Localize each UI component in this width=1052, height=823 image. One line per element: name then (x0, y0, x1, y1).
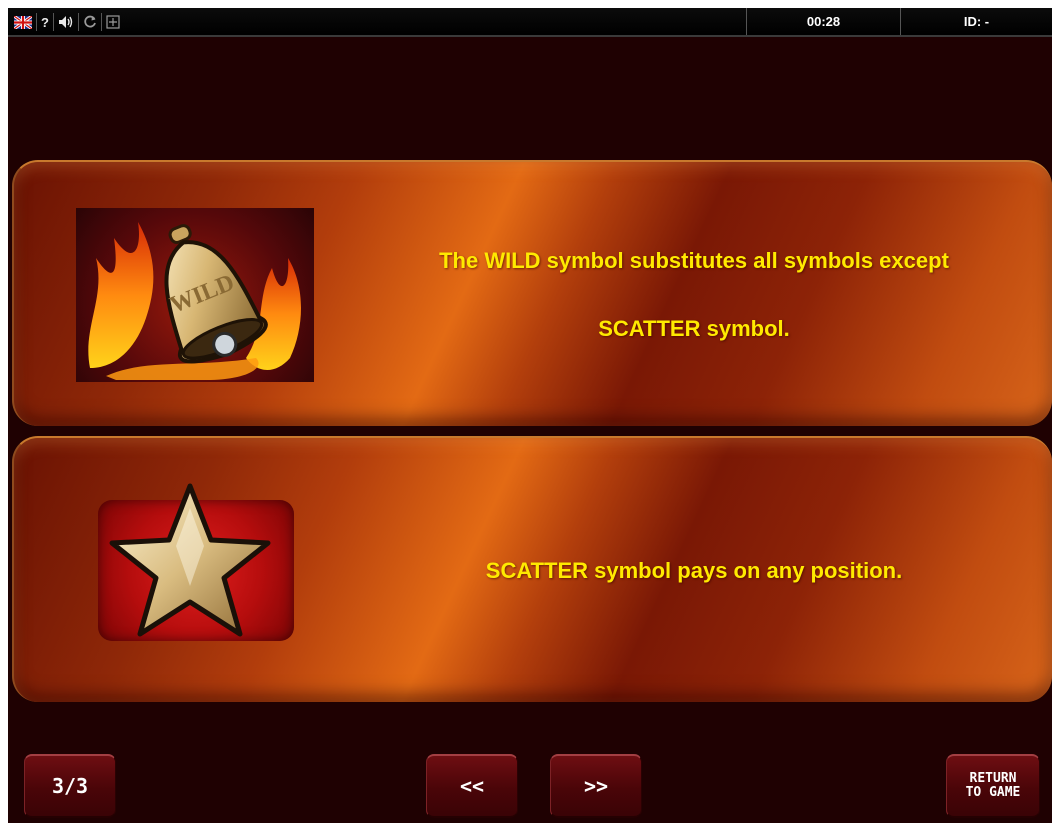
wild-bell-icon: WILD (76, 208, 314, 382)
fullscreen-icon[interactable] (102, 13, 124, 31)
page-indicator-button[interactable]: 3/3 (24, 754, 116, 818)
scatter-star-icon (98, 483, 294, 641)
refresh-icon[interactable] (79, 13, 102, 31)
wild-info-panel: WILD The WILD symbol substitutes all sym… (12, 160, 1052, 426)
wild-description-line-1: The WILD symbol substitutes all symbols … (439, 248, 949, 273)
previous-page-button[interactable]: << (426, 754, 518, 818)
sound-icon[interactable] (54, 13, 79, 31)
uk-flag-icon[interactable] (10, 13, 37, 31)
help-icon[interactable]: ? (37, 13, 54, 31)
wild-description-line-2: SCATTER symbol. (598, 316, 790, 341)
next-page-button[interactable]: >> (550, 754, 642, 818)
return-label-line-1: RETURN (969, 771, 1017, 786)
toolbar-icons: ? (10, 13, 124, 31)
scatter-description: SCATTER symbol pays on any position. (485, 558, 903, 583)
top-status-bar: ? 00:28 ID: - (8, 8, 1052, 37)
clock-display: 00:28 (746, 8, 901, 35)
return-label-line-2: TO GAME (965, 785, 1021, 800)
session-id-display: ID: - (963, 14, 990, 29)
scatter-info-panel: SCATTER symbol pays on any position. (12, 436, 1052, 702)
game-screen: ? 00:28 ID: - WILD The WILD symbol subst… (8, 8, 1052, 823)
return-to-game-button[interactable]: RETURN TO GAME (946, 754, 1040, 818)
